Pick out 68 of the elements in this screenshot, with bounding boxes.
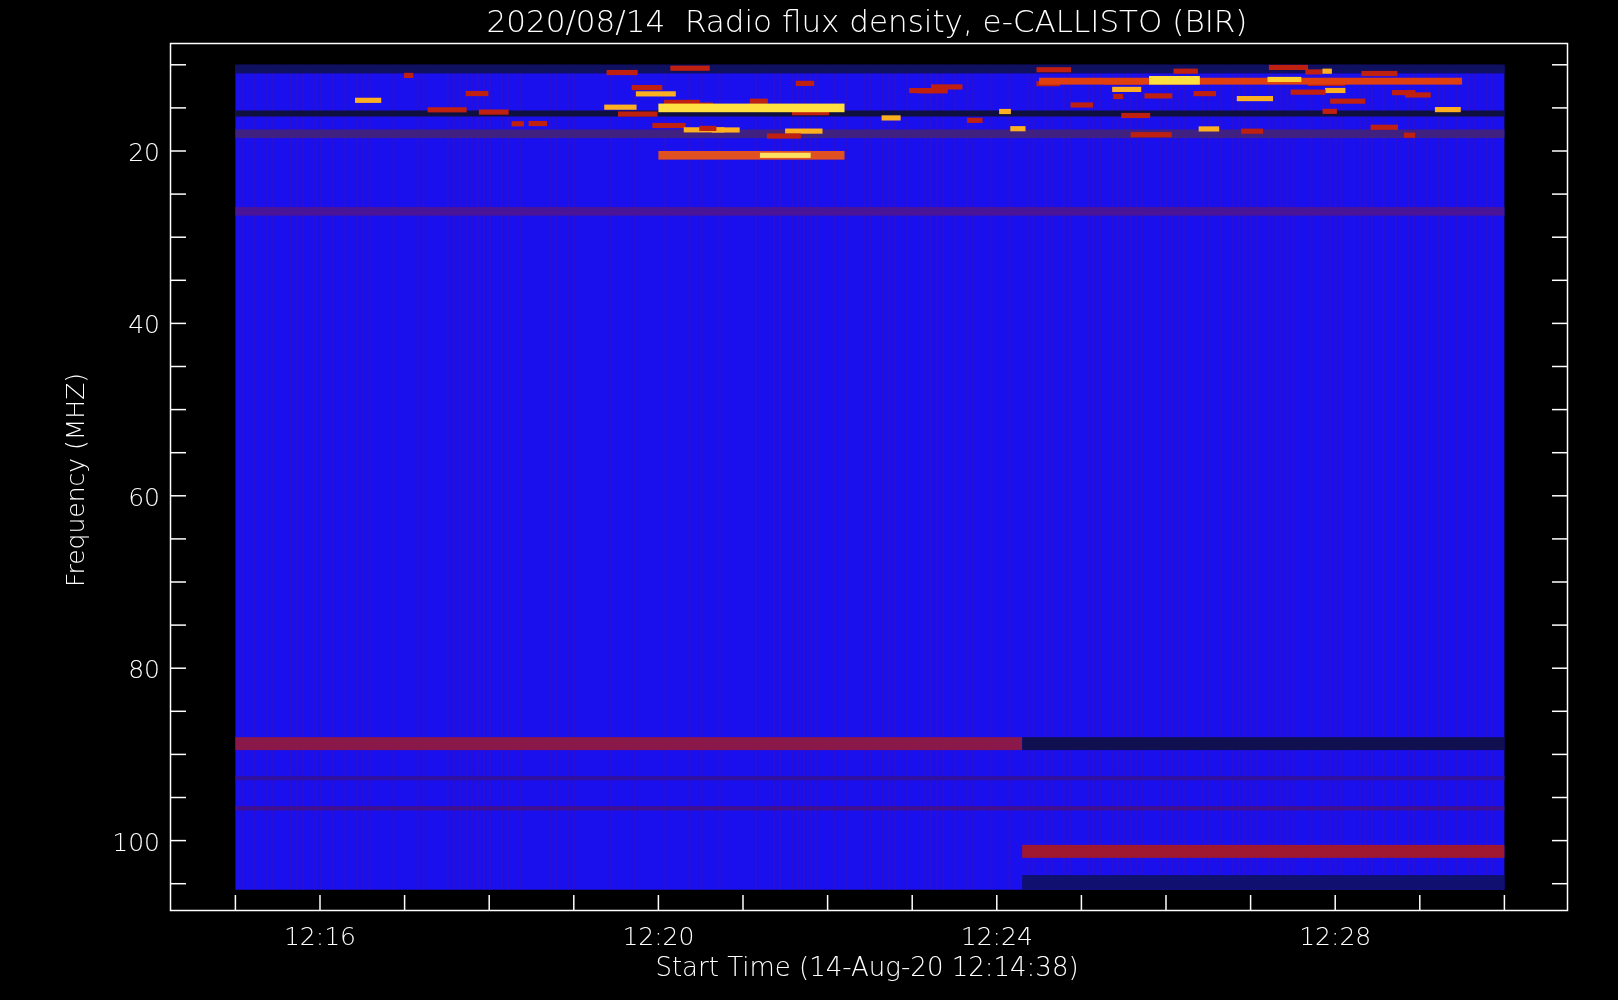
tick-mark bbox=[996, 894, 998, 911]
tick-mark bbox=[170, 451, 187, 454]
tick-mark bbox=[1551, 322, 1568, 325]
tick-mark bbox=[170, 882, 187, 885]
tick-label: 12:20 bbox=[622, 922, 695, 951]
tick-label: 40 bbox=[128, 310, 160, 340]
tick-mark bbox=[1551, 193, 1568, 195]
tick-mark bbox=[170, 107, 187, 109]
tick-mark bbox=[170, 64, 187, 66]
tick-mark bbox=[170, 624, 187, 626]
tick-mark bbox=[1551, 624, 1568, 626]
tick-mark bbox=[1551, 710, 1568, 713]
tick-mark bbox=[170, 753, 187, 756]
tick-label: 60 bbox=[128, 482, 160, 512]
chart-title: 2020/08/14 Radio flux density, e-CALLISTO (BIR) bbox=[486, 3, 1248, 39]
tick-mark bbox=[170, 365, 187, 368]
tick-mark bbox=[488, 894, 490, 911]
tick-mark bbox=[170, 322, 187, 325]
tick-mark bbox=[1551, 107, 1568, 109]
tick-mark bbox=[170, 408, 187, 411]
tick-mark bbox=[319, 894, 321, 911]
tick-mark bbox=[170, 839, 187, 842]
tick-mark bbox=[234, 894, 237, 911]
tick-mark bbox=[1551, 451, 1568, 454]
tick-mark bbox=[170, 236, 187, 238]
tick-label: 12:24 bbox=[960, 922, 1033, 951]
tick-mark bbox=[1551, 236, 1568, 238]
tick-mark bbox=[170, 495, 187, 497]
tick-mark bbox=[170, 581, 187, 583]
tick-mark bbox=[1551, 796, 1568, 799]
tick-mark bbox=[1551, 279, 1568, 282]
tick-mark bbox=[1551, 538, 1568, 540]
tick-mark bbox=[170, 710, 187, 713]
tick-mark bbox=[1551, 839, 1568, 842]
tick-mark bbox=[170, 538, 187, 540]
tick-mark bbox=[1551, 667, 1568, 669]
tick-mark bbox=[170, 193, 187, 195]
tick-mark bbox=[1551, 150, 1568, 152]
tick-mark bbox=[1551, 882, 1568, 885]
tick-mark bbox=[1419, 894, 1421, 911]
tick-mark bbox=[573, 894, 575, 911]
tick-mark bbox=[1334, 894, 1336, 911]
tick-mark bbox=[1551, 408, 1568, 411]
tick-mark bbox=[170, 279, 187, 282]
tick-label: 20 bbox=[128, 138, 160, 167]
tick-label: 80 bbox=[128, 655, 160, 685]
tick-mark bbox=[1165, 894, 1167, 911]
tick-mark bbox=[826, 894, 829, 911]
tick-mark bbox=[742, 894, 744, 911]
tick-mark bbox=[1551, 495, 1568, 497]
axis-label: Frequency (MHZ) bbox=[61, 372, 90, 588]
axis-label: Start Time (14-Aug-20 12:14:38) bbox=[655, 952, 1079, 982]
tick-mark bbox=[1503, 894, 1506, 911]
tick-mark bbox=[1551, 64, 1568, 66]
tick-mark bbox=[1551, 753, 1568, 756]
tick-mark bbox=[1551, 581, 1568, 583]
tick-label: 12:28 bbox=[1299, 922, 1372, 951]
tick-mark bbox=[170, 150, 187, 152]
tick-label: 12:16 bbox=[284, 922, 356, 951]
tick-mark bbox=[170, 796, 187, 799]
tick-mark bbox=[170, 667, 187, 669]
tick-mark bbox=[657, 894, 660, 911]
tick-mark bbox=[403, 894, 406, 911]
tick-label: 100 bbox=[112, 827, 160, 857]
tick-mark bbox=[911, 894, 913, 911]
tick-mark bbox=[1551, 365, 1568, 368]
tick-mark bbox=[1249, 894, 1252, 911]
tick-mark bbox=[1080, 894, 1083, 911]
